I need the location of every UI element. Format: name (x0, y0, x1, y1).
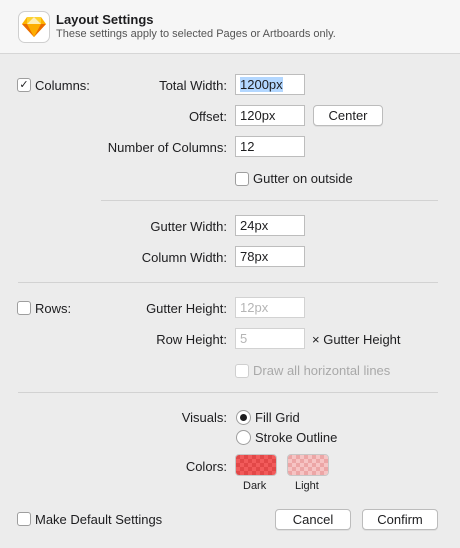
gutter-width-label: Gutter Width: (150, 219, 227, 234)
number-of-columns-input[interactable]: 12 (235, 136, 305, 157)
offset-label: Offset: (188, 109, 227, 124)
total-width-input[interactable]: 1200px (235, 74, 305, 95)
checkmark-icon: ✓ (19, 78, 29, 91)
gutter-height-input[interactable]: 12px (235, 297, 305, 318)
light-color-swatch[interactable] (287, 454, 329, 476)
column-width-label: Column Width: (141, 250, 227, 265)
gutter-outside-label: Gutter on outside (253, 171, 353, 186)
dark-color-label: Dark (243, 480, 267, 492)
dialog-subtitle: These settings apply to selected Pages o… (56, 28, 336, 40)
columns-checkbox[interactable]: ✓ (17, 78, 31, 92)
section-divider (101, 200, 438, 201)
cancel-button[interactable]: Cancel (275, 509, 351, 530)
rows-checkbox[interactable] (17, 301, 31, 315)
total-width-value: 1200px (240, 77, 283, 92)
center-button[interactable]: Center (313, 105, 383, 126)
make-default-label: Make Default Settings (35, 512, 163, 527)
gutter-height-label: Gutter Height: (146, 301, 227, 316)
radio-selected-dot (240, 414, 247, 421)
number-of-columns-label: Number of Columns: (107, 140, 227, 155)
fill-grid-radio[interactable] (236, 410, 251, 425)
stroke-outline-label: Stroke Outline (255, 430, 338, 445)
gutter-width-input[interactable]: 24px (235, 215, 305, 236)
draw-lines-label: Draw all horizontal lines (253, 363, 391, 378)
stroke-outline-radio[interactable] (236, 430, 251, 445)
light-color-label: Light (295, 480, 319, 492)
dialog-title: Layout Settings (56, 12, 154, 27)
confirm-button[interactable]: Confirm (362, 509, 438, 530)
make-default-checkbox[interactable] (17, 512, 31, 526)
dark-color-swatch[interactable] (235, 454, 277, 476)
row-height-input[interactable]: 5 (235, 328, 305, 349)
colors-label: Colors: (185, 459, 227, 474)
row-height-label: Row Height: (156, 332, 227, 347)
draw-lines-checkbox[interactable] (235, 364, 249, 378)
offset-input[interactable]: 120px (235, 105, 305, 126)
row-height-suffix: × Gutter Height (312, 332, 401, 347)
column-width-input[interactable]: 78px (235, 246, 305, 267)
section-divider (18, 392, 438, 393)
visuals-label: Visuals: (181, 410, 227, 425)
dialog-header (0, 0, 460, 54)
rows-label: Rows: (35, 301, 72, 316)
columns-label: Columns: (35, 78, 90, 93)
sketch-app-icon (18, 11, 50, 43)
gutter-outside-checkbox[interactable] (235, 172, 249, 186)
total-width-label: Total Width: (159, 78, 227, 93)
section-divider (18, 282, 438, 283)
fill-grid-label: Fill Grid (255, 410, 300, 425)
